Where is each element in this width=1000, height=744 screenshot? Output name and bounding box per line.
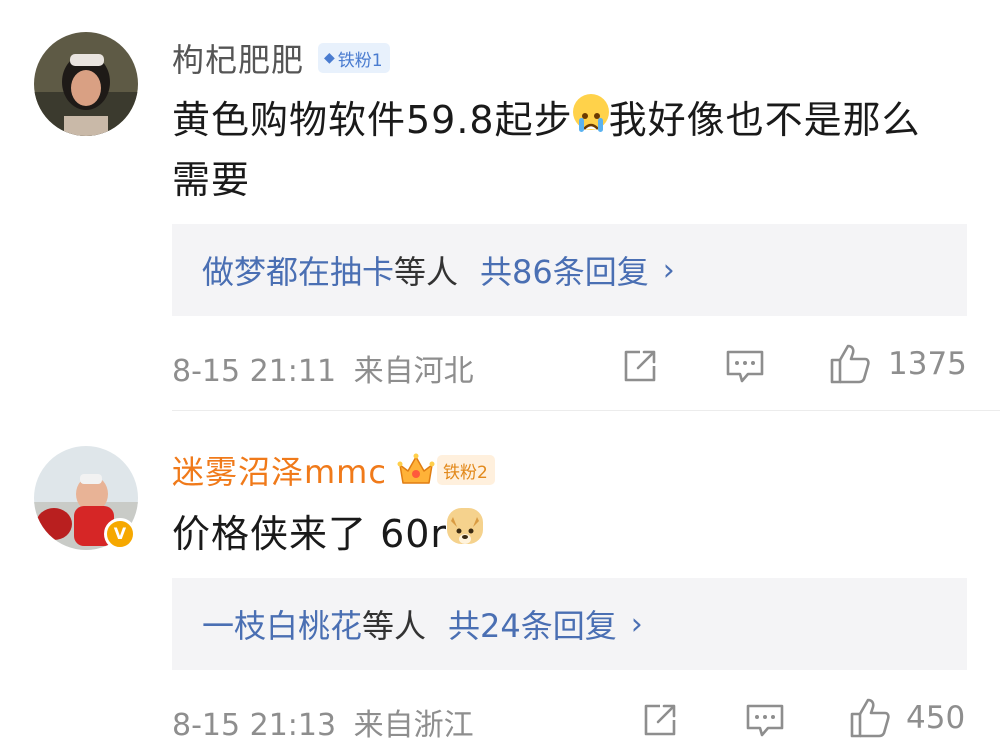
chevron-right-icon: ›: [662, 252, 675, 288]
comment-icon: [746, 704, 784, 737]
crying-face-emoji-icon: [572, 94, 609, 132]
comment-location: 来自河北: [353, 354, 474, 389]
like-icon: [830, 344, 870, 384]
like-icon: [850, 698, 890, 738]
like-button[interactable]: 450: [848, 696, 965, 740]
comment-text-part: 需要: [172, 158, 251, 202]
comment-item: 枸杞肥肥 ◆ 铁粉1 黄色购物软件59.8起步 我好像也不是那么 需要 做梦都在…: [0, 0, 1000, 410]
share-icon: [624, 350, 656, 382]
avatar[interactable]: [34, 32, 138, 136]
verified-badge: V: [104, 518, 136, 550]
replies-summary[interactable]: 做梦都在抽卡 等人 共86条回复 ›: [172, 224, 967, 316]
comment-button[interactable]: [744, 700, 786, 740]
reply-others-label: 等人: [394, 253, 459, 291]
username-row: 迷雾沼泽mmc 铁粉2: [172, 448, 495, 492]
chevron-right-icon: ›: [630, 606, 643, 642]
like-count: 1375: [888, 346, 967, 382]
comment-item: V 迷雾沼泽mmc 铁粉2 价格侠来了 60r 一枝白桃花 等人 共24条回复 …: [0, 410, 1000, 744]
avatar-image: [34, 32, 138, 136]
comment-text-part: 价格侠来了 60r: [172, 512, 448, 556]
comment-text: 黄色购物软件59.8起步 我好像也不是那么 需要: [172, 90, 972, 210]
share-button[interactable]: [640, 700, 680, 740]
crown-icon: [397, 453, 435, 487]
fan-badge[interactable]: 铁粉2: [436, 455, 495, 485]
share-icon: [644, 704, 676, 736]
reply-author-names[interactable]: 做梦都在抽卡: [202, 247, 394, 293]
replies-summary[interactable]: 一枝白桃花 等人 共24条回复 ›: [172, 578, 967, 670]
comment-text-part: 黄色购物软件59.8起步: [172, 98, 573, 142]
diamond-icon: ◆: [324, 50, 335, 66]
comment-text: 价格侠来了 60r: [172, 504, 972, 564]
share-button[interactable]: [620, 346, 660, 386]
like-button[interactable]: 1375: [828, 342, 967, 386]
comment-date: 8-15 21:13: [172, 708, 337, 743]
doge-emoji-icon: [447, 508, 484, 544]
reply-author-names[interactable]: 一枝白桃花: [202, 601, 362, 647]
fan-badge[interactable]: ◆ 铁粉1: [318, 43, 390, 73]
reply-others-label: 等人: [362, 607, 427, 645]
comment-icon: [726, 350, 764, 383]
like-count: 450: [906, 700, 966, 736]
reply-count[interactable]: 共24条回复: [448, 601, 617, 647]
comment-date: 8-15 21:11: [172, 354, 337, 389]
comment-text-part: 我好像也不是那么: [608, 98, 921, 142]
comment-button[interactable]: [724, 346, 766, 386]
username-row: 枸杞肥肥 ◆ 铁粉1: [172, 36, 390, 80]
comment-meta: 8-15 21:13 来自浙江: [172, 700, 474, 744]
comment-location: 来自浙江: [353, 708, 474, 743]
reply-count[interactable]: 共86条回复: [480, 247, 649, 293]
username[interactable]: 枸杞肥肥: [172, 35, 304, 81]
fan-badge-label: 铁粉1: [337, 50, 383, 71]
username[interactable]: 迷雾沼泽mmc: [172, 447, 387, 493]
comment-meta: 8-15 21:11 来自河北: [172, 346, 474, 390]
fan-badge-label: 铁粉2: [442, 462, 488, 483]
